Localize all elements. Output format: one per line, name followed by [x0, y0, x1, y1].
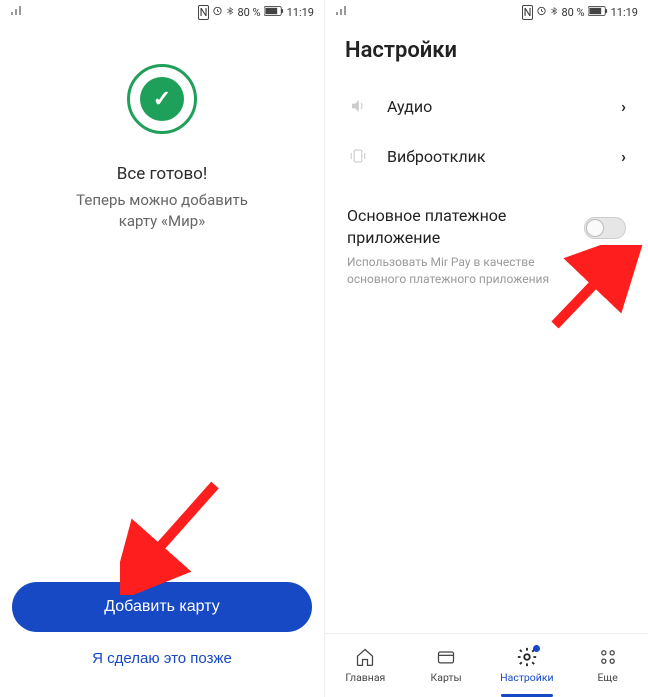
audio-icon	[347, 95, 369, 117]
screen-card-added: N 80 % 11:19 ✓ Все готово! Теперь можно …	[0, 0, 324, 697]
status-time: 11:19	[611, 6, 638, 19]
checkmark-icon: ✓	[153, 87, 171, 112]
nfc-icon: N	[198, 5, 210, 20]
page-title: Настройки	[325, 24, 648, 81]
battery-icon	[264, 6, 284, 19]
ready-title: Все готово!	[117, 164, 208, 184]
chevron-right-icon: ›	[621, 97, 626, 116]
nav-home[interactable]: Главная	[325, 634, 406, 697]
success-icon: ✓	[127, 64, 197, 134]
cards-icon	[435, 647, 457, 667]
settings-row-label: Виброотклик	[387, 147, 621, 166]
signal-icon	[335, 6, 349, 19]
status-time: 11:19	[287, 6, 314, 19]
default-payment-app-block: Основное платежное приложение Использова…	[325, 199, 648, 293]
nav-more[interactable]: Еще	[567, 634, 648, 697]
notification-dot	[533, 645, 540, 652]
battery-percent: 80 %	[561, 6, 584, 19]
switch-knob	[586, 219, 604, 237]
gear-icon	[516, 647, 538, 667]
battery-percent: 80 %	[237, 6, 260, 19]
settings-row-label: Аудио	[387, 97, 621, 116]
settings-row-vibro[interactable]: Виброотклик ›	[333, 131, 640, 181]
chevron-right-icon: ›	[621, 147, 626, 166]
settings-row-audio[interactable]: Аудио ›	[333, 81, 640, 131]
bottom-nav: Главная Карты Настройки Еще	[325, 633, 648, 697]
status-bar: N 80 % 11:19	[0, 0, 324, 24]
battery-icon	[588, 6, 608, 19]
alarm-icon	[212, 5, 223, 19]
nav-label: Карты	[431, 671, 462, 684]
vibration-icon	[347, 145, 369, 167]
home-icon	[354, 647, 376, 667]
default-payment-toggle[interactable]	[584, 217, 626, 239]
status-bar: N 80 % 11:19	[325, 0, 648, 24]
nav-cards[interactable]: Карты	[406, 634, 487, 697]
nfc-icon: N	[522, 5, 534, 20]
nav-label: Настройки	[500, 671, 553, 684]
signal-icon	[10, 6, 24, 19]
more-icon	[597, 647, 619, 667]
bluetooth-icon	[550, 5, 558, 20]
alarm-icon	[536, 5, 547, 19]
screen-settings: N 80 % 11:19 Настройки Аудио ›	[324, 0, 648, 697]
nav-label: Главная	[345, 671, 385, 684]
add-card-button[interactable]: Добавить карту	[12, 582, 312, 632]
ready-subtitle: Теперь можно добавить карту «Мир»	[76, 190, 248, 232]
nav-label: Еще	[597, 671, 617, 684]
do-later-button[interactable]: Я сделаю это позже	[12, 632, 312, 673]
toggle-description: Использовать Mir Pay в качестве основног…	[347, 254, 626, 288]
bluetooth-icon	[226, 5, 234, 20]
nav-settings[interactable]: Настройки	[487, 634, 568, 697]
